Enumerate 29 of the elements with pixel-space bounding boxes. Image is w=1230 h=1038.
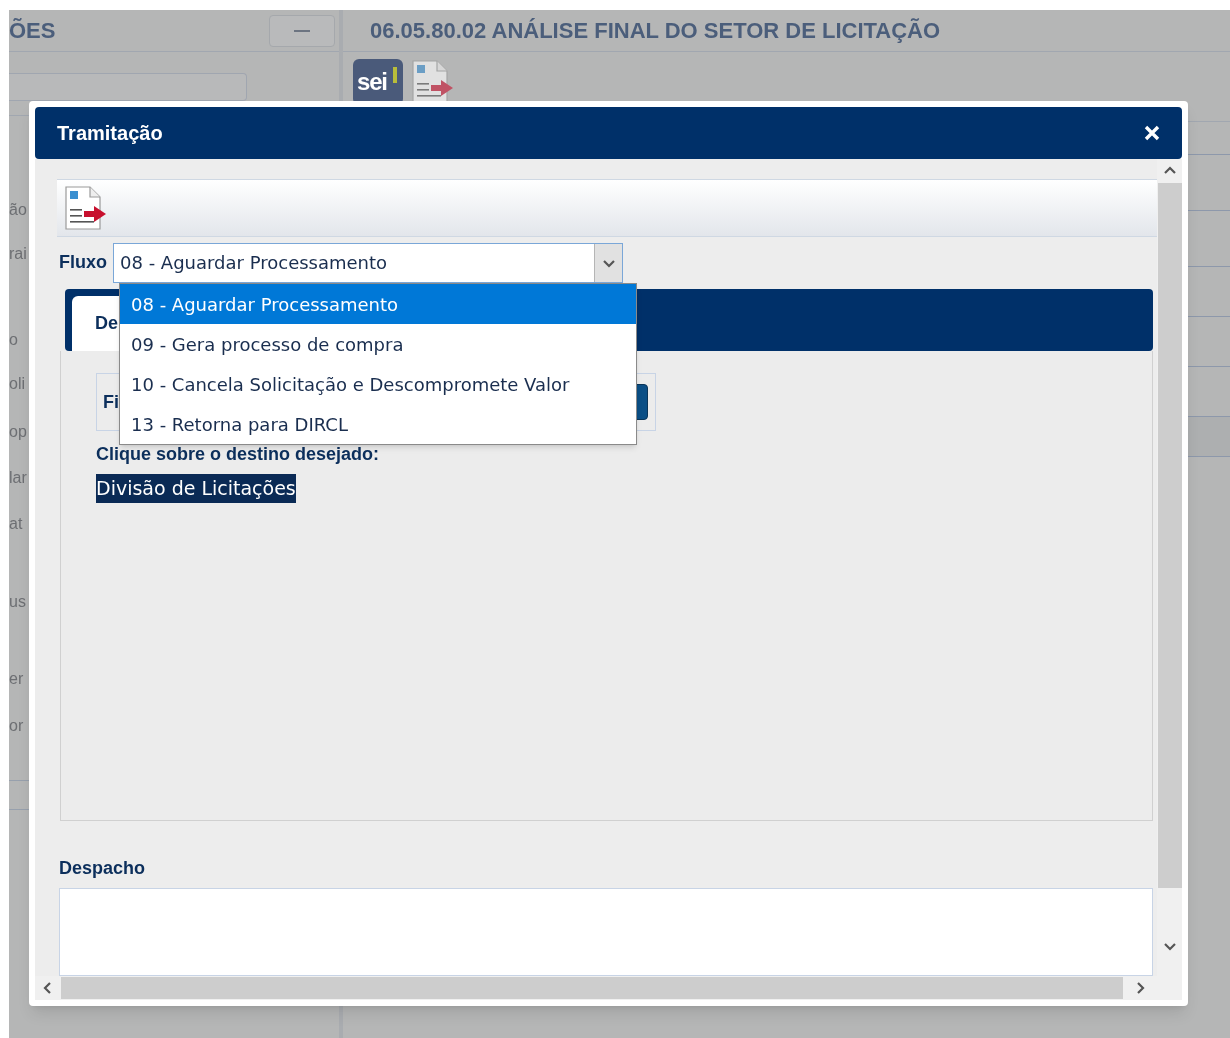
dialog-title: Tramitação — [57, 121, 163, 146]
dispatch-field[interactable] — [59, 888, 1153, 976]
list-text: lar — [9, 468, 28, 488]
list-text: oli — [9, 374, 26, 394]
search-field[interactable] — [9, 73, 247, 101]
dropdown-option[interactable]: 13 - Retorna para DIRCL — [120, 404, 636, 444]
list-text: er — [9, 669, 25, 689]
dropdown-option[interactable]: 10 - Cancela Solicitação e Descompromete Valor — [120, 364, 636, 404]
dropdown-option[interactable]: 08 - Aguardar Processamento — [120, 284, 636, 324]
list-text: rai — [9, 244, 28, 264]
dropdown-option[interactable]: 09 - Gera processo de compra — [120, 324, 636, 364]
list-text: at — [9, 514, 24, 534]
flow-select[interactable]: 08 - Aguardar Processamento — [113, 242, 623, 283]
list-text: op — [9, 422, 28, 442]
fieldset-label: Fi — [103, 390, 119, 414]
list-text: ão — [9, 200, 28, 220]
destination-item[interactable]: Divisão de Licitações — [96, 474, 296, 503]
document-send-icon[interactable] — [62, 185, 108, 231]
panel-title: ÕES — [9, 17, 56, 45]
list-text: us — [9, 592, 27, 612]
list-text: o — [9, 330, 19, 350]
vertical-scrollbar-thumb[interactable] — [1157, 183, 1182, 888]
close-icon[interactable] — [1144, 125, 1160, 141]
field-label: Fluxo — [59, 251, 107, 274]
process-title: 06.05.80.02 ANÁLISE FINAL DO SETOR DE LICITAÇÃO — [370, 17, 941, 45]
field-label: Despacho — [59, 857, 147, 880]
horizontal-scrollbar-thumb[interactable] — [61, 977, 1123, 999]
destination-prompt: Clique sobre o destino desejado: — [96, 443, 380, 466]
list-text: or — [9, 716, 25, 736]
